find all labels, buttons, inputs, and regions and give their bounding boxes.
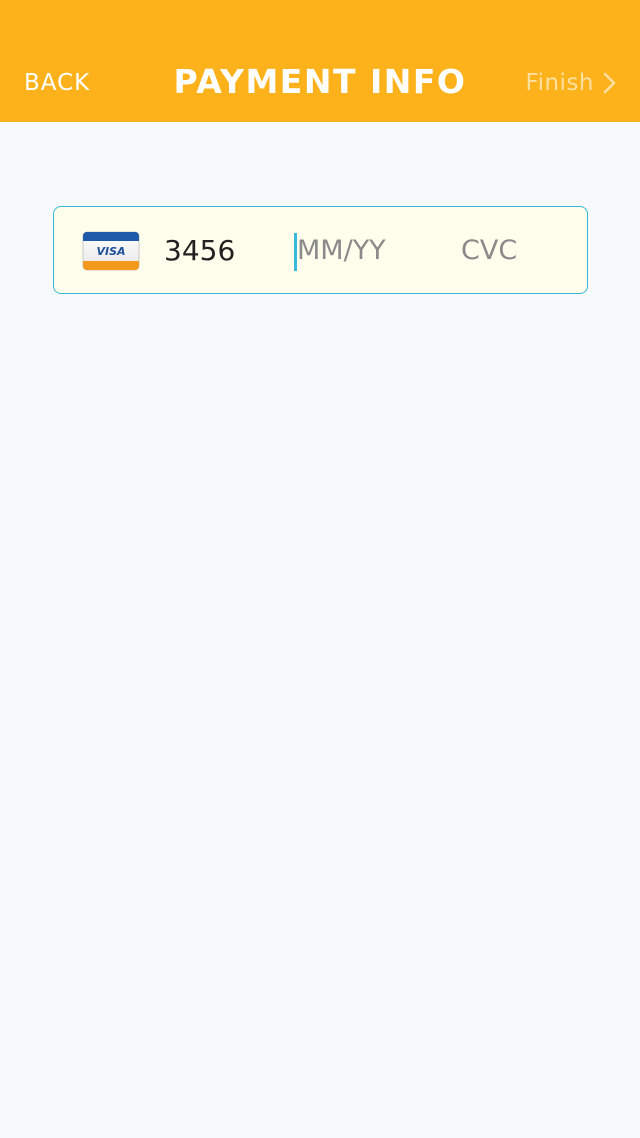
cvc-field[interactable]: CVC [461, 233, 561, 269]
header-bar: BACK PAYMENT INFO Finish [0, 0, 640, 122]
card-number-field[interactable]: 3456 [164, 233, 284, 269]
visa-logo-text: VISA [96, 245, 125, 258]
expiry-placeholder: MM/YY [297, 235, 386, 266]
payment-screen: BACK PAYMENT INFO Finish VISA 3456 MM/YY… [0, 0, 640, 1138]
finish-label: Finish [525, 70, 594, 96]
visa-card-icon: VISA [82, 231, 140, 271]
expiry-field[interactable]: MM/YY [294, 231, 414, 271]
finish-button[interactable]: Finish [526, 66, 618, 100]
chevron-right-icon [603, 72, 616, 94]
card-input-field[interactable]: VISA 3456 MM/YY CVC [53, 206, 588, 294]
